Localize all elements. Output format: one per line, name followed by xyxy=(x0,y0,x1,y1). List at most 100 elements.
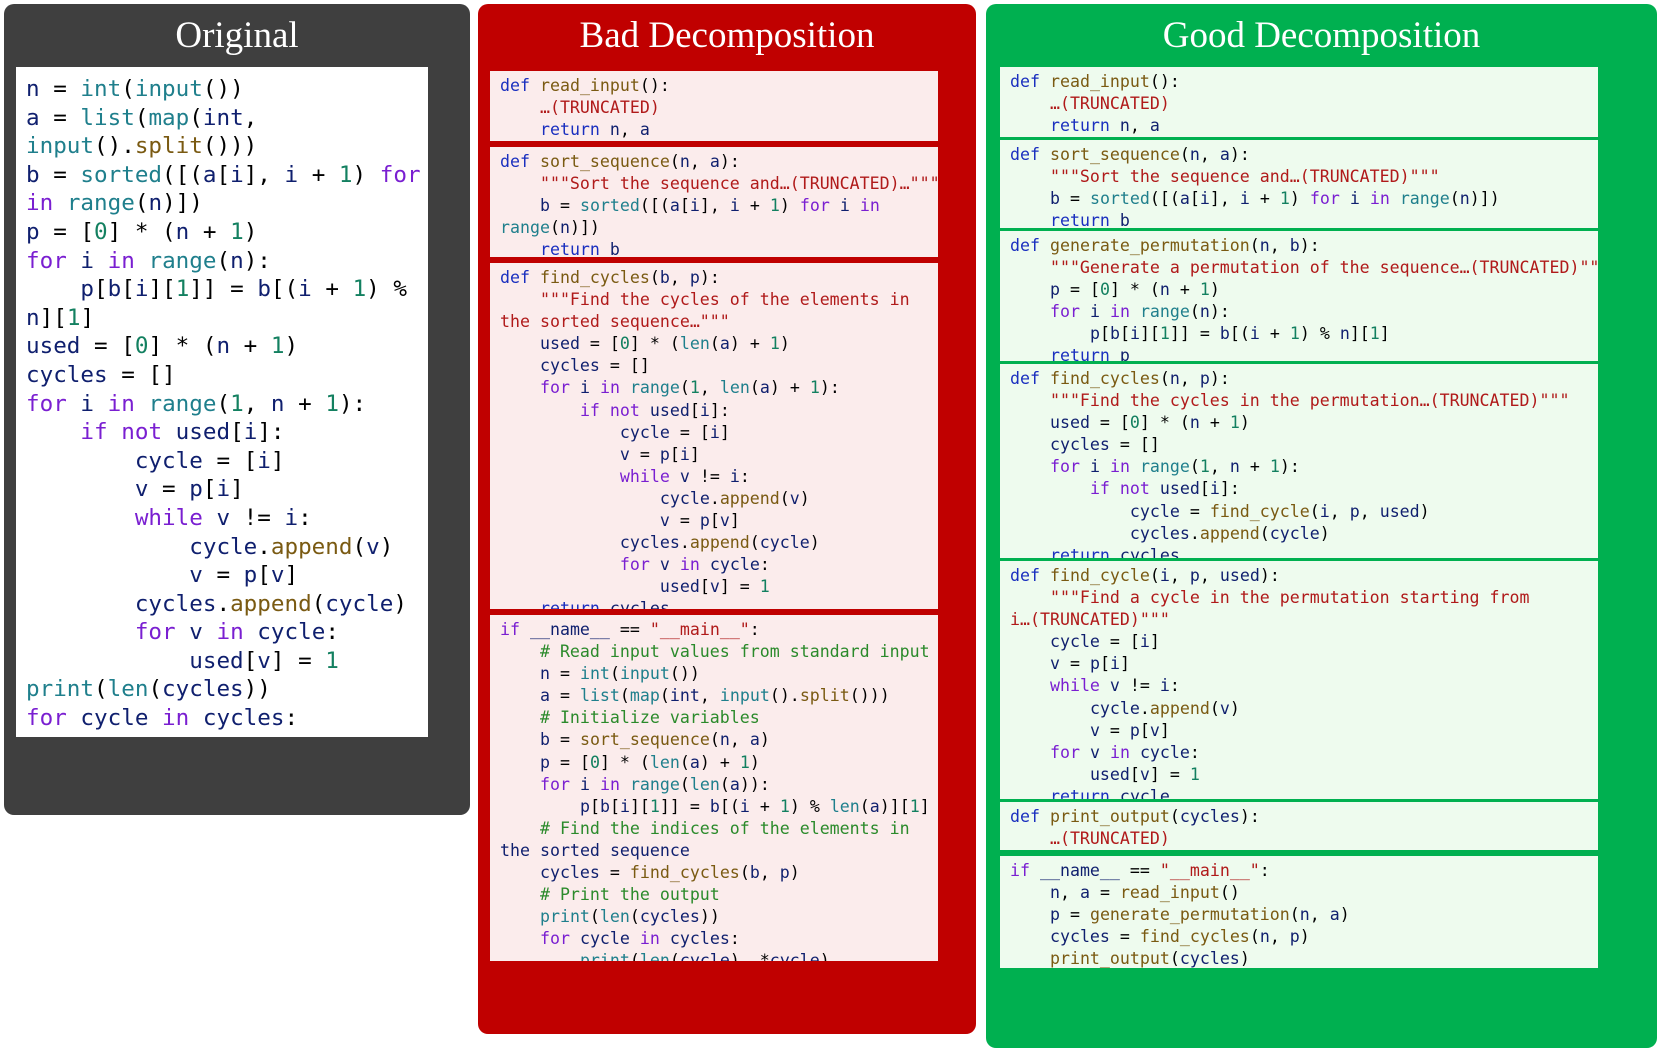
code-line: def find_cycles(b, p): xyxy=(500,268,720,287)
good-block-sort-sequence: def sort_sequence(n, a): """Sort the seq… xyxy=(1000,140,1598,228)
code-line: # Find the indices of the elements in xyxy=(500,818,910,838)
code-line: return n, a xyxy=(539,120,650,140)
code-line: n = int(input()) xyxy=(26,76,244,102)
code-line: p[b[i][1]] = b[(i + 1) % xyxy=(80,276,407,303)
code-line: def find_cycle(i, p, used): xyxy=(1010,566,1280,585)
code-line: for i in range(1, len(a) + 1): xyxy=(539,378,840,398)
code-line: a = list(map(int, xyxy=(26,104,258,131)
code-line: def sort_sequence(n, a): xyxy=(500,152,740,171)
bad-decomposition-title: Bad Decomposition xyxy=(579,15,875,56)
code-line: n = int(input()) xyxy=(539,664,700,684)
code-line: return cycles xyxy=(1049,545,1180,558)
code-line: for v in cycle: xyxy=(134,619,339,646)
code-line: n, a = read_input() xyxy=(1049,883,1240,903)
code-line: for i in range(n): xyxy=(1049,302,1230,322)
code-original: n = int(input()) a = list(map(int, input()… xyxy=(16,67,428,737)
code-line: print_output(cycles) xyxy=(1049,949,1250,968)
bad-block-read-input: def read_input(): …(TRUNCATED) return n,… xyxy=(490,71,938,141)
code-line: range(n)]) xyxy=(500,218,600,238)
code-line: cycle = [i] xyxy=(1049,632,1160,652)
code-line: v = p[i] xyxy=(1049,654,1130,674)
code-line: def sort_sequence(n, a): xyxy=(1010,145,1250,164)
code-good-find-cycle: def find_cycle(i, p, used): """Find a cy… xyxy=(1000,561,1598,799)
code-line: def generate_permutation(n, b): xyxy=(1010,236,1320,255)
code-line: the sorted sequence…""" xyxy=(500,312,730,332)
code-line: # Print the output xyxy=(500,885,720,905)
code-good-read-input: def read_input(): …(TRUNCATED) return n,… xyxy=(1000,67,1598,137)
code-line: print(len(cycles)) xyxy=(539,907,720,927)
good-decomposition-panel: Good Decomposition def read_input(): …(T… xyxy=(986,4,1657,1048)
original-panel: Original n = int(input()) a = list(map(in… xyxy=(4,4,470,815)
code-line: print(len(cycle), *cycle) xyxy=(579,951,830,961)
code-line: i…(TRUNCATED)""" xyxy=(1010,610,1170,630)
good-block-main: if __name__ == "__main__": n, a = read_i… xyxy=(1000,856,1598,968)
original-title: Original xyxy=(175,15,299,56)
code-line: cycles.append(cycle) xyxy=(134,590,407,617)
code-line: for v in cycle: xyxy=(619,555,770,575)
code-good-generate-permutation: def generate_permutation(n, b): """Gener… xyxy=(1000,231,1598,361)
code-line: cycle = [i] xyxy=(134,447,285,474)
code-line: while v != i: xyxy=(619,466,750,486)
bad-block-sort-sequence: def sort_sequence(n, a): """Sort the seq… xyxy=(490,147,938,257)
original-code-block: n = int(input()) a = list(map(int, input()… xyxy=(16,67,428,737)
code-line: used = [0] * (n + 1) xyxy=(1049,413,1250,433)
code-line: v = p[v] xyxy=(659,511,740,531)
code-line: return b xyxy=(539,240,620,257)
code-line: for i in range(1, n + 1): xyxy=(1049,457,1300,477)
code-line: p = [0] * (len(a) + 1) xyxy=(539,752,760,772)
code-line: if not used[i]: xyxy=(80,419,285,446)
code-line: v = p[i] xyxy=(134,476,244,503)
code-good-main: if __name__ == "__main__": n, a = read_i… xyxy=(1000,856,1598,968)
code-line: return cycles xyxy=(539,599,670,609)
code-line: …(TRUNCATED) xyxy=(1010,94,1170,114)
code-line: if __name__ == "__main__": xyxy=(500,620,760,639)
code-line: if not used[i]: xyxy=(1089,479,1240,499)
code-line: p = [0] * (n + 1) xyxy=(1049,280,1220,300)
code-line: for v in cycle: xyxy=(1049,742,1200,762)
code-bad-sort-sequence: def sort_sequence(n, a): """Sort the seq… xyxy=(490,147,938,257)
code-line: used[v] = 1 xyxy=(189,647,339,674)
code-line: """Generate a permutation of the sequenc… xyxy=(1010,258,1598,278)
code-line: cycle.append(v) xyxy=(659,488,810,508)
good-decomposition-title: Good Decomposition xyxy=(1162,15,1481,56)
code-line: print(len(cycle), *cycle) xyxy=(26,733,428,737)
code-bad-find-cycles: def find_cycles(b, p): """Find the cycle… xyxy=(490,263,938,609)
code-line: b = sorted([(a[i], i + 1) for i in range… xyxy=(1049,189,1500,209)
code-line: for i in range(n): xyxy=(26,247,271,274)
code-line: cycle.append(v) xyxy=(1089,698,1240,718)
code-line: p = generate_permutation(n, a) xyxy=(1049,905,1350,925)
code-good-print-output: def print_output(cycles): …(TRUNCATED) xyxy=(1000,802,1598,850)
code-line: def read_input(): xyxy=(1010,72,1180,91)
code-line: return cycle xyxy=(1049,786,1170,799)
code-line: in range(n)]) xyxy=(26,190,203,217)
code-line: v = p[v] xyxy=(189,562,299,589)
code-line: return n, a xyxy=(1049,116,1160,136)
code-line: …(TRUNCATED) xyxy=(1010,829,1170,849)
code-line: if not used[i]: xyxy=(579,400,730,420)
code-line: p = [0] * (n + 1) xyxy=(26,218,258,245)
code-line: return p xyxy=(1049,346,1130,361)
code-line: b = sort_sequence(n, a) xyxy=(539,730,770,750)
bad-block-main: if __name__ == "__main__": # Read input … xyxy=(490,615,938,961)
code-line: def print_output(cycles): xyxy=(1010,807,1260,826)
code-line: used = [0] * (len(a) + 1) xyxy=(539,334,790,354)
code-line: cycles = [] xyxy=(539,356,650,376)
code-line: return b xyxy=(1049,211,1130,228)
code-good-sort-sequence: def sort_sequence(n, a): """Sort the seq… xyxy=(1000,140,1598,228)
code-line: for i in range(1, n + 1): xyxy=(26,390,367,417)
good-block-find-cycles: def find_cycles(n, p): """Find the cycle… xyxy=(1000,364,1598,558)
code-line: print(len(cycles)) xyxy=(26,676,271,703)
code-line: a = list(map(int, input().split())) xyxy=(539,686,890,706)
code-line: v = p[v] xyxy=(1089,720,1170,740)
code-line: for cycle in cycles: xyxy=(26,705,299,732)
code-good-find-cycles: def find_cycles(n, p): """Find the cycle… xyxy=(1000,364,1598,558)
code-line: v = p[i] xyxy=(619,444,700,464)
code-line: cycle = [i] xyxy=(619,422,730,442)
code-line: p[b[i][1]] = b[(i + 1) % n][1] xyxy=(1089,324,1390,344)
code-line: """Find a cycle in the permutation start… xyxy=(1010,588,1530,608)
code-line: def find_cycles(n, p): xyxy=(1010,369,1230,388)
code-line: """Find the cycles of the elements in xyxy=(500,290,910,310)
code-line: while v != i: xyxy=(1049,676,1180,696)
code-line: if __name__ == "__main__": xyxy=(1010,861,1270,880)
bad-decomposition-panel: Bad Decomposition def read_input(): …(TR… xyxy=(478,4,976,1034)
